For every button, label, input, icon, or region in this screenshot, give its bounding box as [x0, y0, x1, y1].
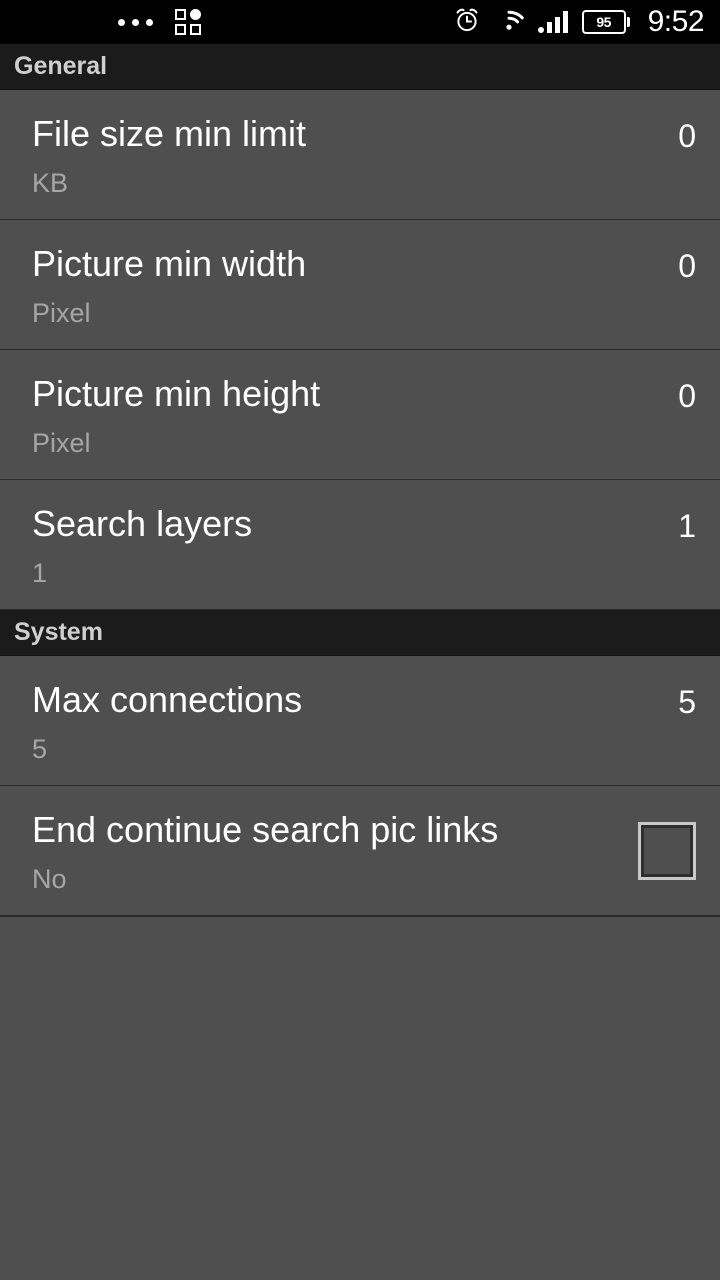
preference-text: File size min limit KB [32, 111, 660, 197]
status-bar-right-icons: 95 9:52 [454, 5, 705, 38]
preference-text: Picture min height Pixel [32, 371, 660, 457]
preference-summary: Pixel [32, 298, 91, 329]
status-bar: 95 9:52 [0, 0, 720, 44]
preference-summary: KB [32, 168, 69, 199]
more-dots-icon [118, 18, 153, 26]
signal-icon [537, 11, 568, 33]
preference-list-general: File size min limit KB 0 Picture min wid… [0, 90, 720, 610]
alarm-icon [454, 7, 480, 38]
section-header-label: General [14, 52, 108, 80]
preference-text: End continue search pic links No [32, 807, 620, 893]
preference-item-file-size-min-limit[interactable]: File size min limit KB 0 [0, 90, 720, 220]
section-header-general: General [0, 44, 720, 90]
preference-text: Max connections 5 [32, 677, 660, 763]
preference-item-end-continue-search-pic-links[interactable]: End continue search pic links No [0, 786, 720, 916]
preference-item-search-layers[interactable]: Search layers 1 1 [0, 480, 720, 610]
grid-apps-icon [175, 9, 201, 35]
preference-text: Picture min width Pixel [32, 241, 660, 327]
preference-value: 5 [678, 684, 696, 720]
preference-value: 0 [678, 378, 696, 414]
status-bar-clock: 9:52 [647, 5, 705, 38]
preference-title: Max connections [32, 679, 303, 721]
preference-item-picture-min-height[interactable]: Picture min height Pixel 0 [0, 350, 720, 480]
list-bottom-divider [0, 916, 720, 925]
preference-title: Picture min height [32, 373, 321, 415]
preference-item-picture-min-width[interactable]: Picture min width Pixel 0 [0, 220, 720, 350]
preference-text: Search layers 1 [32, 501, 660, 587]
preference-summary: 1 [32, 558, 48, 589]
battery-level-label: 95 [596, 14, 611, 30]
preference-item-max-connections[interactable]: Max connections 5 5 [0, 656, 720, 786]
preference-summary: No [32, 864, 67, 895]
preference-list-system: Max connections 5 5 End continue search … [0, 656, 720, 916]
preference-value: 0 [678, 248, 696, 284]
status-bar-left-icons [0, 9, 201, 35]
preference-title: End continue search pic links [32, 809, 499, 851]
preference-summary: 5 [32, 734, 48, 765]
preference-title: Search layers [32, 503, 253, 545]
preference-title: Picture min width [32, 243, 307, 285]
section-header-system: System [0, 610, 720, 656]
section-header-label: System [14, 618, 103, 646]
wifi-icon [494, 8, 524, 37]
battery-icon: 95 [581, 10, 630, 34]
preference-title: File size min limit [32, 113, 307, 155]
preference-summary: Pixel [32, 428, 91, 459]
end-continue-search-checkbox[interactable] [638, 821, 696, 880]
preference-value: 1 [678, 508, 696, 544]
preference-value: 0 [678, 118, 696, 154]
